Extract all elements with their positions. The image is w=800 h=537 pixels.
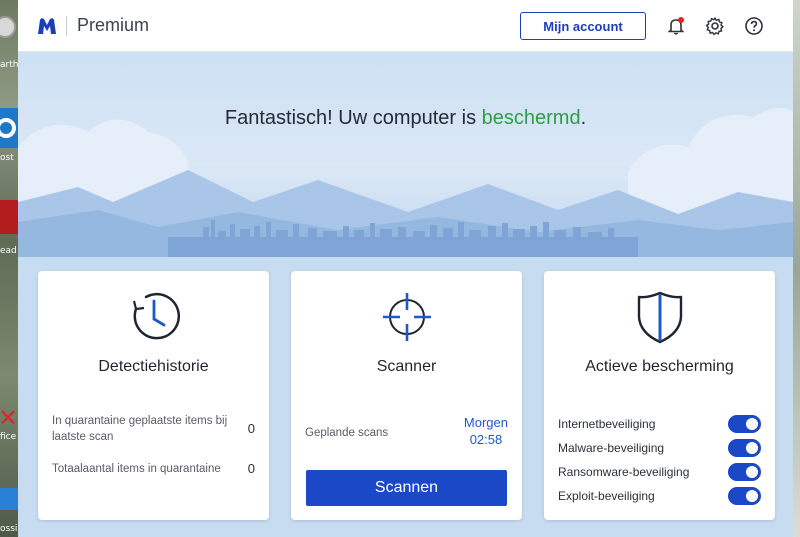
protection-row-ransomware: Ransomware-beveiliging [558,462,761,482]
scanner-title: Scanner [376,358,437,375]
scanner-card: Scanner Geplande scans Morgen 02:58 Scan… [291,271,522,520]
detection-history-title: Detectiehistorie [98,358,209,375]
protection-row-malware: Malware-beveiliging [558,438,761,458]
desktop-right-strip [792,0,800,537]
protection-status-message: Fantastisch! Uw computer is beschermd. [224,107,587,129]
quarantined-last-scan-value: 0 [247,421,255,436]
protected-status-word: beschermd [481,107,581,129]
desktop-blue-icon[interactable] [0,488,18,510]
active-protection-title: Actieve bescherming [585,358,734,375]
app-name: Premium [77,15,150,35]
settings-gear-icon[interactable] [703,14,727,38]
malware-protection-label: Malware-beveiliging [558,441,665,455]
active-protection-card[interactable]: Actieve bescherming Internetbeveiliging … [544,271,775,520]
desktop-icon-label: ossi [0,524,18,534]
scheduled-scans-label: Geplande scans [305,427,389,439]
protection-row-exploit: Exploit-beveiliging [558,486,761,506]
dashboard-panels: Detectiehistorie In quarantaine geplaats… [18,257,793,537]
desktop-x-icon[interactable]: ✕ [0,404,18,432]
exploit-protection-toggle[interactable] [728,487,761,505]
total-quarantined-value: 0 [247,461,255,476]
clock-icon [38,289,269,345]
web-protection-toggle[interactable] [728,415,761,433]
desktop-left-strip: arth ost ead ✕ fice ossi [0,0,18,537]
scheduled-scan-time[interactable]: Morgen 02:58 [464,414,508,448]
crosshair-icon [291,289,522,345]
total-quarantined-label: Totaalaantal items in quarantaine [52,463,221,475]
title-divider [66,15,67,36]
malwarebytes-logo-icon [36,15,58,37]
desktop-icon-label: fice [0,432,17,442]
protection-row-web: Internetbeveiliging [558,414,761,434]
my-account-button[interactable]: Mijn account [520,12,646,40]
scheduled-scan-clock: 02:58 [469,432,503,447]
web-protection-label: Internetbeveiliging [558,417,656,431]
hero-landscape-illustration [18,108,793,257]
scheduled-scan-day: Morgen [463,415,508,430]
ransomware-protection-label: Ransomware-beveiliging [558,465,690,479]
malwarebytes-window: Premium Mijn account Fantastisch! Uw com… [18,0,793,537]
desktop-gear-icon[interactable] [0,108,18,148]
desktop-reader-icon[interactable] [0,200,18,234]
notification-bell-icon[interactable] [664,14,688,38]
quarantined-last-scan-row: In quarantaine geplaatste items bij laat… [52,413,255,445]
detection-history-card[interactable]: Detectiehistorie In quarantaine geplaats… [38,271,269,520]
status-hero: Fantastisch! Uw computer is beschermd. [18,52,793,257]
malware-protection-toggle[interactable] [728,439,761,457]
desktop-icon-label: ost [0,153,14,163]
shield-icon [544,289,775,345]
help-icon[interactable] [742,14,766,38]
desktop-icon-label: ead [0,246,17,256]
scan-button[interactable]: Scannen [306,470,507,506]
exploit-protection-label: Exploit-beveiliging [558,489,655,503]
quarantined-last-scan-label: In quarantaine geplaatste items bij laat… [52,415,228,443]
titlebar: Premium Mijn account [18,0,793,52]
ransomware-protection-toggle[interactable] [728,463,761,481]
total-quarantined-row: Totaalaantal items in quarantaine 0 [52,461,255,477]
desktop-icon-1[interactable] [0,16,16,38]
desktop-icon-label: arth [0,60,18,70]
